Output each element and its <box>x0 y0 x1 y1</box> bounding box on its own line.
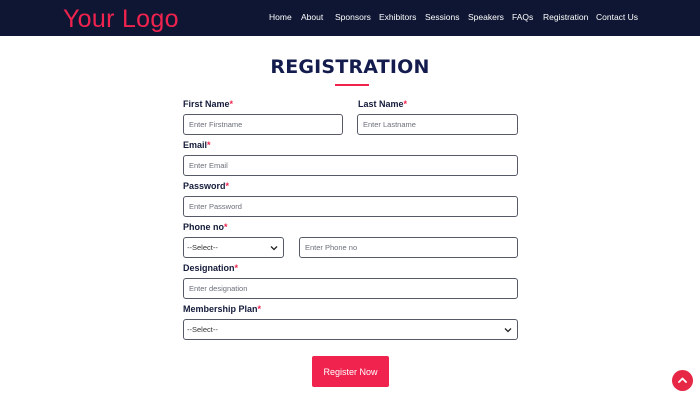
phone-label: Phone no* <box>183 222 228 232</box>
nav-speakers[interactable]: Speakers <box>468 12 504 22</box>
designation-input[interactable] <box>183 278 518 299</box>
membership-plan-selected: --Select-- <box>187 325 218 334</box>
page-title: REGISTRATION <box>270 56 430 78</box>
phone-code-select[interactable]: --Select-- <box>183 237 284 258</box>
nav-faqs[interactable]: FAQs <box>512 12 533 22</box>
nav-about[interactable]: About <box>301 12 323 22</box>
membership-plan-label: Membership Plan* <box>183 304 262 314</box>
last-name-label: Last Name* <box>358 99 408 109</box>
chevron-down-icon <box>270 246 278 251</box>
email-input[interactable] <box>183 155 518 176</box>
nav-sponsors[interactable]: Sponsors <box>335 12 371 22</box>
first-name-input[interactable] <box>183 114 343 135</box>
password-label: Password* <box>183 181 230 191</box>
last-name-input[interactable] <box>357 114 518 135</box>
membership-plan-select[interactable]: --Select-- <box>183 319 518 340</box>
register-now-button[interactable]: Register Now <box>312 356 389 387</box>
top-navbar: Your Logo Home About Sponsors Exhibitors… <box>0 0 700 36</box>
first-name-label: First Name* <box>183 99 234 109</box>
title-underline <box>335 84 369 86</box>
nav-contact-us[interactable]: Contact Us <box>596 12 638 22</box>
password-input[interactable] <box>183 196 518 217</box>
email-label: Email* <box>183 140 211 150</box>
phone-code-selected: --Select-- <box>187 243 218 252</box>
nav-home[interactable]: Home <box>269 12 292 22</box>
designation-label: Designation* <box>183 263 239 273</box>
nav-sessions[interactable]: Sessions <box>425 12 460 22</box>
site-logo[interactable]: Your Logo <box>63 4 179 34</box>
phone-number-input[interactable] <box>299 237 518 258</box>
nav-exhibitors[interactable]: Exhibitors <box>379 12 416 22</box>
scroll-to-top-button[interactable] <box>672 370 693 391</box>
nav-registration[interactable]: Registration <box>543 12 588 22</box>
chevron-up-icon <box>678 377 687 383</box>
chevron-down-icon <box>504 328 512 333</box>
